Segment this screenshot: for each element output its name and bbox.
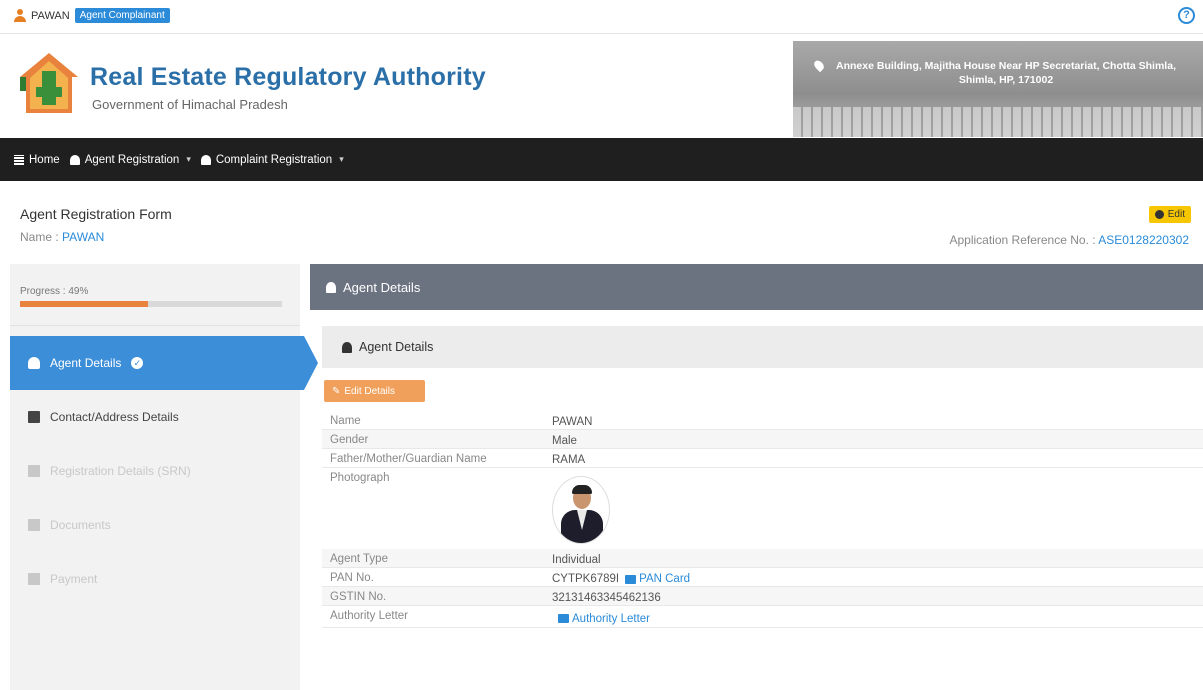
edit-chip-button[interactable]: Edit — [1148, 206, 1191, 223]
progress-section: Progress : 49% — [10, 264, 300, 326]
main-nav: Home Agent Registration ▾ Complaint Regi… — [0, 138, 1203, 181]
progress-bar-fill — [20, 301, 149, 307]
site-subtitle: Government of Himachal Pradesh — [92, 97, 288, 112]
user-icon — [342, 341, 352, 353]
user-icon — [28, 357, 40, 369]
agent-photo — [552, 476, 610, 544]
step-contact-address[interactable]: Contact/Address Details — [10, 390, 300, 444]
step-documents: Documents — [10, 498, 300, 552]
table-row: Authority Letter Authority Letter — [322, 606, 1203, 628]
user-icon — [200, 154, 211, 165]
chevron-down-icon: ▾ — [339, 154, 344, 164]
rera-logo — [20, 53, 78, 113]
step-payment: Payment — [10, 552, 300, 606]
edit-details-button[interactable]: ✎ Edit Details — [324, 380, 425, 402]
form-title: Agent Registration Form — [20, 206, 172, 222]
pan-card-link[interactable]: PAN Card — [625, 573, 690, 585]
edit-icon — [1154, 210, 1164, 219]
top-bar: PAWAN Agent Complainant ? — [0, 0, 1203, 34]
user-icon — [326, 281, 336, 293]
site-header: Real Estate Regulatory Authority Governm… — [0, 35, 1203, 137]
folder-icon — [28, 519, 40, 531]
user-info[interactable]: PAWAN Agent Complainant — [14, 8, 170, 23]
step-registration-details: Registration Details (SRN) — [10, 444, 300, 498]
table-row: Name PAWAN — [322, 411, 1203, 430]
panel-header: Agent Details — [310, 264, 1203, 310]
details-table: Name PAWAN Gender Male Father/Mother/Gua… — [322, 411, 1203, 628]
username: PAWAN — [31, 9, 70, 22]
table-row: Gender Male — [322, 430, 1203, 449]
help-icon[interactable]: ? — [1178, 7, 1195, 24]
chevron-down-icon: ▾ — [186, 154, 191, 164]
check-icon: ✓ — [131, 357, 144, 369]
step-agent-details[interactable]: Agent Details ✓ — [10, 336, 318, 390]
form-steps-sidebar: Progress : 49% Agent Details ✓ Contact/A… — [10, 264, 318, 690]
address-card-icon — [28, 411, 40, 423]
table-row: GSTIN No. 32131463345462136 — [322, 587, 1203, 606]
document-icon — [625, 574, 637, 584]
table-row: Agent Type Individual — [322, 549, 1203, 568]
list-icon — [28, 465, 40, 477]
nav-home[interactable]: Home — [14, 154, 60, 166]
table-row: Father/Mother/Guardian Name RAMA — [322, 449, 1203, 468]
site-title: Real Estate Regulatory Authority — [90, 63, 486, 91]
map-pin-icon — [812, 58, 826, 73]
application-reference: Application Reference No. : ASE012822030… — [949, 233, 1189, 247]
document-icon — [558, 614, 569, 623]
section-header: Agent Details — [322, 326, 1203, 368]
role-badge: Agent Complainant — [74, 8, 170, 23]
progress-bar — [20, 301, 282, 307]
user-icon — [69, 154, 80, 165]
user-icon — [14, 9, 26, 22]
table-row: PAN No. CYTPK6789I PAN Card — [322, 568, 1203, 587]
nav-agent-registration[interactable]: Agent Registration ▾ — [69, 154, 191, 166]
nav-complaint-registration[interactable]: Complaint Registration ▾ — [200, 154, 344, 166]
address-banner: Annexe Building, Majitha House Near HP S… — [793, 41, 1203, 137]
progress-label: Progress : 49% — [20, 286, 89, 297]
address-text: Annexe Building, Majitha House Near HP S… — [836, 60, 1176, 86]
applicant-name: Name : PAWAN — [20, 230, 105, 244]
authority-letter-link[interactable]: Authority Letter — [558, 613, 650, 625]
payment-icon — [28, 573, 40, 585]
pencil-icon: ✎ — [332, 385, 341, 397]
table-row: Photograph — [322, 468, 1203, 549]
home-icon — [14, 154, 24, 165]
